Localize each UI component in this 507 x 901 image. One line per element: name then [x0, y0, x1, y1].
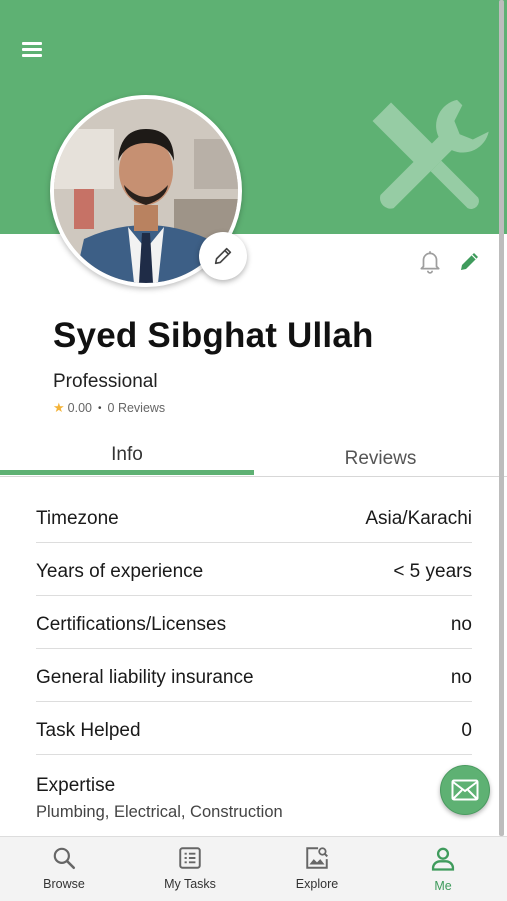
edit-profile-icon[interactable]: [458, 249, 482, 273]
tab-info[interactable]: Info: [0, 444, 254, 466]
info-row-timezone: Timezone Asia/Karachi: [36, 490, 472, 543]
info-row-task-helped: Task Helped 0: [36, 702, 472, 755]
info-label: Task Helped: [36, 720, 141, 741]
info-label: Certifications/Licenses: [36, 614, 227, 635]
info-list: Timezone Asia/Karachi Years of experienc…: [36, 490, 472, 839]
nav-label: Browse: [43, 877, 85, 891]
rating-value: 0.00: [67, 401, 92, 415]
info-row-experience: Years of experience < 5 years: [36, 543, 472, 596]
info-row-certifications: Certifications/Licenses no: [36, 596, 472, 649]
expertise-value: Plumbing, Electrical, Construction: [36, 803, 283, 821]
nav-label: Me: [434, 879, 452, 893]
bell-icon[interactable]: [417, 248, 443, 274]
nav-my-tasks[interactable]: My Tasks: [140, 845, 240, 891]
edit-photo-button[interactable]: [199, 232, 247, 280]
info-row-insurance: General liability insurance no: [36, 649, 472, 702]
star-icon: ★: [53, 400, 65, 415]
mail-icon: [451, 779, 479, 801]
info-value: < 5 years: [393, 561, 472, 582]
scrollbar[interactable]: [499, 0, 504, 836]
list-icon: [179, 847, 201, 869]
nav-me[interactable]: Me: [393, 845, 493, 893]
nav-label: Explore: [295, 877, 339, 891]
nav-explore[interactable]: Explore: [267, 845, 367, 891]
profile-rating: ★ 0.00 • 0 Reviews: [53, 400, 165, 416]
info-value: no: [450, 614, 472, 635]
separator-dot: •: [98, 402, 102, 414]
expertise-label: Expertise: [36, 775, 116, 796]
info-value: Asia/Karachi: [365, 508, 472, 529]
info-label: General liability insurance: [36, 667, 254, 688]
image-search-icon: [306, 847, 328, 869]
info-label: Timezone: [36, 508, 119, 529]
nav-label: My Tasks: [164, 877, 216, 891]
menu-icon[interactable]: [22, 42, 42, 58]
info-label: Years of experience: [36, 561, 204, 582]
bottom-navigation: Browse My Tasks Explore Me: [0, 836, 507, 901]
nav-browse[interactable]: Browse: [14, 845, 114, 891]
pencil-icon: [214, 247, 232, 265]
profile-role: Professional: [53, 371, 158, 392]
review-count: 0 Reviews: [107, 401, 166, 415]
message-button[interactable]: [440, 765, 490, 815]
active-tab-indicator: [0, 470, 254, 475]
info-row-expertise: Expertise Plumbing, Electrical, Construc…: [36, 755, 472, 839]
tab-reviews[interactable]: Reviews: [254, 448, 507, 470]
person-icon: [431, 847, 455, 871]
tools-icon: [372, 99, 489, 209]
info-value: no: [450, 667, 472, 688]
info-value: 0: [461, 720, 472, 741]
search-icon: [53, 847, 76, 870]
profile-name: Syed Sibghat Ullah: [53, 316, 374, 355]
